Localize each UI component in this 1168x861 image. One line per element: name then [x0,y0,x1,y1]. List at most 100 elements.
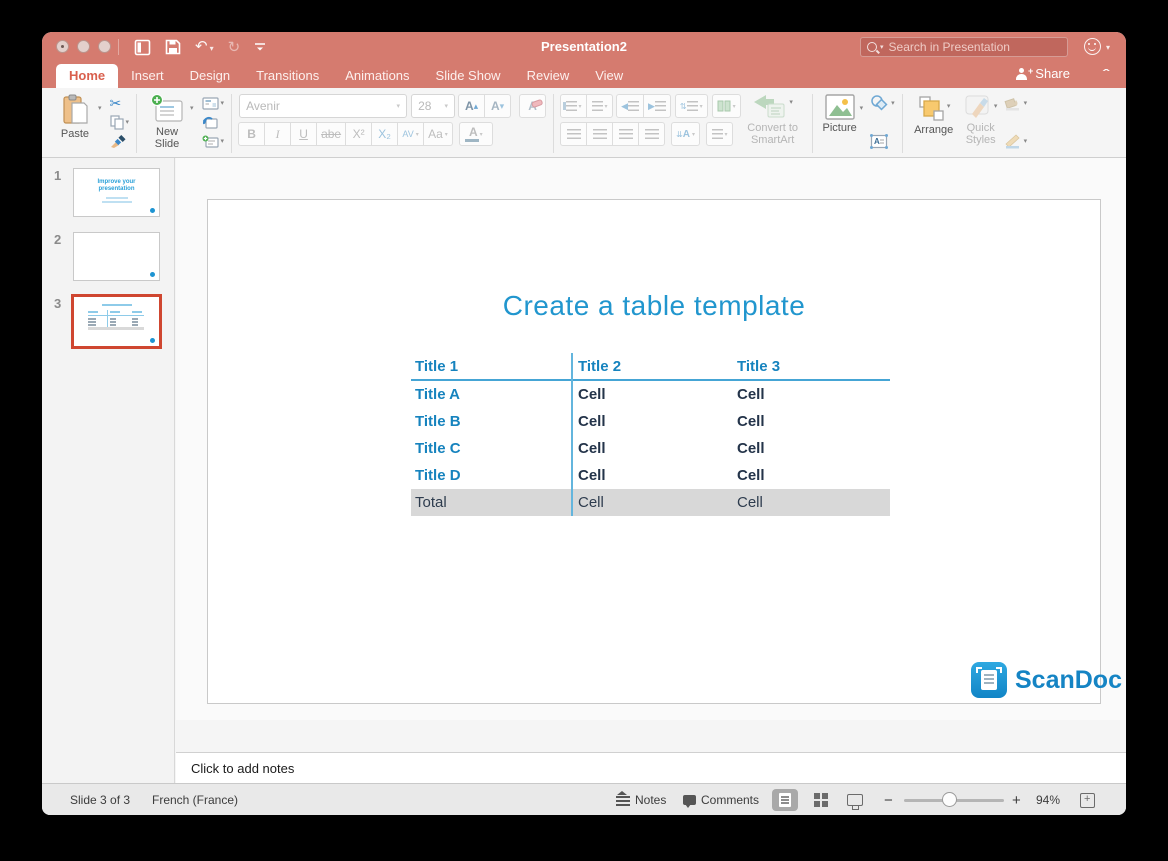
notes-pane[interactable]: Click to add notes [176,752,1126,783]
eraser-icon [531,98,543,108]
paste-button[interactable]: Paste [52,92,98,140]
table-cell[interactable]: Cell [728,386,890,403]
shape-fill-button[interactable]: ▾ [1004,94,1028,112]
zoom-percentage[interactable]: 94% [1036,784,1060,815]
increase-indent-button[interactable]: ▶ [643,94,671,118]
picture-caret[interactable]: ▾ [860,104,864,112]
slide-canvas[interactable]: Create a table template Title 1 Title 2 … [207,199,1101,704]
justify-button[interactable] [638,122,665,146]
paste-caret[interactable]: ▾ [98,104,102,112]
slide-title[interactable]: Create a table template [208,290,1100,322]
fit-slide-button[interactable] [1080,784,1095,815]
search-input[interactable]: ▾ Search in Presentation [860,37,1068,57]
share-button[interactable]: + Share [1016,66,1070,81]
table-cell[interactable]: Cell [728,494,890,511]
slide-show-button[interactable] [842,789,868,811]
cut-button[interactable]: ✂ [110,94,130,112]
feedback-caret[interactable]: ▾ [1106,43,1110,52]
grow-font-button[interactable]: A▴ [458,94,485,118]
zoom-in-button[interactable]: + [1012,784,1021,815]
paste-icon [61,94,89,126]
feedback-smiley-icon[interactable] [1084,38,1101,55]
zoom-slider-knob[interactable] [942,792,957,807]
section-button[interactable]: ▾ [202,132,225,150]
align-right-button[interactable] [612,122,639,146]
picture-button[interactable]: Picture [820,92,860,134]
table-row: Title D Cell Cell [411,462,890,489]
line-spacing-button[interactable]: ⇅▾ [675,94,708,118]
slide-sorter-view-button[interactable] [808,789,834,811]
shape-outline-button[interactable]: ▾ [1004,132,1028,150]
collapse-ribbon-chevron[interactable]: ˆ [1103,67,1109,81]
superscript-button[interactable]: X² [345,122,372,146]
reset-slide-button[interactable] [202,113,225,131]
tab-insert[interactable]: Insert [118,64,177,88]
slide-thumbnail-panel: 1 Improve yourpresentation 2 3 [42,158,175,783]
table-cell[interactable]: Cell [569,386,728,403]
slide-thumbnail-1[interactable]: Improve yourpresentation [73,168,160,217]
subscript-button[interactable]: X₂ [371,122,398,146]
tab-review[interactable]: Review [514,64,583,88]
slide-thumbnail-2[interactable] [73,232,160,281]
table-cell[interactable]: Cell [569,467,728,484]
align-center-button[interactable] [586,122,613,146]
bullets-button[interactable]: ▾ [560,94,587,118]
shapes-button[interactable]: ▾ [869,94,895,112]
strikethrough-button[interactable]: abe [316,122,346,146]
arrange-button[interactable]: ▾ Arrange [910,92,958,136]
text-direction-button[interactable]: ⇊A▾ [671,122,700,146]
character-spacing-button[interactable]: AV▾ [397,122,424,146]
clear-formatting-button[interactable]: A [519,94,546,118]
tab-transitions[interactable]: Transitions [243,64,332,88]
format-painter-button[interactable] [110,132,130,150]
slide-thumbnail-3-selected[interactable] [71,294,162,349]
table-cell[interactable]: Title A [411,386,569,403]
align-text-button[interactable]: ▾ [706,122,733,146]
table-cell[interactable]: Title C [411,440,569,457]
layout-button[interactable]: ▾ [202,94,225,112]
group-divider [902,94,903,153]
shrink-font-button[interactable]: A▾ [484,94,511,118]
font-name-select[interactable]: Avenir▾ [239,94,407,118]
table-header[interactable]: Title 1 [411,358,569,375]
tab-home[interactable]: Home [56,64,118,88]
quick-styles-button[interactable]: ▾ QuickStyles [958,92,1004,146]
search-scope-caret[interactable]: ▾ [880,43,884,51]
bold-button[interactable]: B [238,122,265,146]
decrease-indent-button[interactable]: ◀ [616,94,644,118]
numbering-button[interactable]: ▾ [586,94,613,118]
normal-view-button[interactable] [772,789,798,811]
table-cell[interactable]: Cell [569,440,728,457]
language-indicator[interactable]: French (France) [152,784,238,815]
font-color-button[interactable]: A ▾ [459,122,493,146]
align-left-button[interactable] [560,122,587,146]
tab-animations[interactable]: Animations [332,64,422,88]
tab-design[interactable]: Design [177,64,243,88]
table-cell[interactable]: Total [411,494,569,511]
slide-table[interactable]: Title 1 Title 2 Title 3 Title A Cell Cel… [411,353,890,516]
table-cell[interactable]: Cell [569,494,728,511]
table-cell[interactable]: Cell [728,467,890,484]
convert-to-smartart-button[interactable]: ▾ Convert toSmartArt [741,92,805,155]
zoom-out-button[interactable]: − [884,784,893,815]
table-cell[interactable]: Cell [728,413,890,430]
table-header[interactable]: Title 2 [569,358,728,375]
text-box-button[interactable]: A [869,132,895,150]
underline-button[interactable]: U [290,122,317,146]
font-size-select[interactable]: 28▾ [411,94,455,118]
tab-slide-show[interactable]: Slide Show [423,64,514,88]
notes-toggle-button[interactable]: Notes [616,784,666,815]
table-cell[interactable]: Title B [411,413,569,430]
italic-button[interactable]: I [264,122,291,146]
table-cell[interactable]: Cell [728,440,890,457]
new-slide-button[interactable]: NewSlide [144,92,190,150]
change-case-button[interactable]: Aa▾ [423,122,453,146]
table-header[interactable]: Title 3 [728,358,890,375]
columns-button[interactable]: ▾ [712,94,741,118]
tab-view[interactable]: View [582,64,636,88]
new-slide-caret[interactable]: ▾ [190,104,194,112]
comments-toggle-button[interactable]: Comments [683,784,759,815]
table-cell[interactable]: Title D [411,467,569,484]
table-cell[interactable]: Cell [569,413,728,430]
copy-button[interactable]: ▾ [110,113,130,131]
